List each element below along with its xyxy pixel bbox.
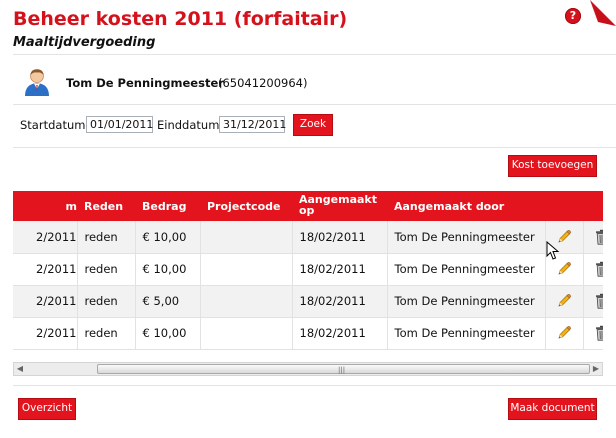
page-curl-icon bbox=[590, 0, 616, 26]
overview-button[interactable]: Overzicht bbox=[18, 398, 76, 420]
cell-created-on: 18/02/2011 bbox=[292, 253, 388, 286]
cell-project bbox=[200, 285, 293, 318]
page-title: Beheer kosten 2011 (forfaitair) bbox=[13, 8, 348, 30]
delete-button[interactable] bbox=[583, 221, 603, 254]
delete-button[interactable] bbox=[583, 253, 603, 286]
column-header-amount[interactable]: Bedrag bbox=[135, 191, 200, 221]
end-date-input[interactable]: 31/12/2011 bbox=[219, 116, 286, 133]
cell-created-on: 18/02/2011 bbox=[292, 285, 388, 318]
divider bbox=[13, 54, 616, 55]
help-icon[interactable]: ? bbox=[565, 8, 581, 24]
cell-reason: reden bbox=[77, 317, 136, 350]
cell-project bbox=[200, 317, 293, 350]
page-subtitle: Maaltijdvergoeding bbox=[13, 35, 156, 50]
costs-table: m Reden Bedrag Projectcode Aangemaakt op … bbox=[13, 191, 603, 355]
cell-reason: reden bbox=[77, 253, 136, 286]
column-header-edit bbox=[545, 191, 583, 221]
delete-button[interactable] bbox=[583, 285, 603, 318]
cell-date: 2/2011 bbox=[13, 285, 78, 318]
cell-created-by: Tom De Penningmeester bbox=[387, 285, 546, 318]
cell-created-by: Tom De Penningmeester bbox=[387, 221, 546, 254]
add-cost-button[interactable]: Kost toevoegen bbox=[508, 155, 597, 177]
cell-amount: € 10,00 bbox=[135, 221, 201, 254]
user-name: Tom De Penningmeester bbox=[66, 76, 224, 90]
table-row: 2/2011 reden € 10,00 18/02/2011 Tom De Penni… bbox=[13, 221, 603, 254]
table-row: 2/2011 reden € 10,00 18/02/2011 Tom De Penni… bbox=[13, 253, 603, 286]
cell-created-by: Tom De Penningmeester bbox=[387, 317, 546, 350]
column-header-date[interactable]: m bbox=[13, 191, 77, 221]
trash-icon bbox=[596, 293, 603, 309]
cell-amount: € 10,00 bbox=[135, 317, 201, 350]
trash-icon bbox=[596, 229, 603, 245]
edit-button[interactable] bbox=[545, 317, 584, 350]
edit-pencil-icon bbox=[558, 294, 571, 307]
mouse-cursor-icon bbox=[546, 241, 560, 260]
scrollbar-thumb[interactable]: ||| bbox=[97, 364, 590, 374]
cell-date: 2/2011 bbox=[13, 253, 78, 286]
scrollbar-grip: ||| bbox=[338, 366, 346, 374]
scroll-right-arrow[interactable]: ▶ bbox=[590, 363, 602, 375]
start-date-label: Startdatum bbox=[20, 118, 86, 132]
cell-reason: reden bbox=[77, 285, 136, 318]
delete-button[interactable] bbox=[583, 317, 603, 350]
trash-icon bbox=[596, 261, 603, 277]
horizontal-scrollbar[interactable]: ◀ ||| ▶ bbox=[13, 362, 603, 376]
column-header-reason[interactable]: Reden bbox=[77, 191, 135, 221]
table-row: 2/2011 reden € 10,00 18/02/2011 Tom De Penni… bbox=[13, 317, 603, 350]
divider bbox=[13, 104, 616, 105]
cell-project bbox=[200, 221, 293, 254]
edit-button[interactable] bbox=[545, 285, 584, 318]
created-on-line2: op bbox=[299, 204, 315, 217]
user-id: (65041200964) bbox=[218, 76, 308, 90]
end-date-label: Einddatum bbox=[157, 118, 220, 132]
divider bbox=[13, 385, 616, 386]
cell-date: 2/2011 bbox=[13, 221, 78, 254]
make-document-button[interactable]: Maak document bbox=[508, 398, 597, 420]
column-header-created-by[interactable]: Aangemaakt door bbox=[387, 191, 545, 221]
cell-created-on: 18/02/2011 bbox=[292, 317, 388, 350]
scroll-left-arrow[interactable]: ◀ bbox=[14, 363, 26, 375]
cell-created-on: 18/02/2011 bbox=[292, 221, 388, 254]
cell-date: 2/2011 bbox=[13, 317, 78, 350]
edit-pencil-icon bbox=[558, 262, 571, 275]
column-header-project[interactable]: Projectcode bbox=[200, 191, 292, 221]
column-header-created-on[interactable]: Aangemaakt op bbox=[292, 191, 387, 221]
divider bbox=[13, 147, 616, 148]
table-row: 2/2011 reden € 5,00 18/02/2011 Tom De Pennin… bbox=[13, 285, 603, 318]
cell-reason: reden bbox=[77, 221, 136, 254]
cell-project bbox=[200, 253, 293, 286]
cell-created-by: Tom De Penningmeester bbox=[387, 253, 546, 286]
cell-amount: € 10,00 bbox=[135, 253, 201, 286]
search-button[interactable]: Zoek bbox=[293, 114, 333, 136]
start-date-input[interactable]: 01/01/2011 bbox=[86, 116, 153, 133]
cell-amount: € 5,00 bbox=[135, 285, 201, 318]
user-avatar-icon bbox=[25, 69, 49, 96]
trash-icon bbox=[596, 325, 603, 341]
column-header-delete bbox=[583, 191, 603, 221]
edit-pencil-icon bbox=[558, 326, 571, 339]
